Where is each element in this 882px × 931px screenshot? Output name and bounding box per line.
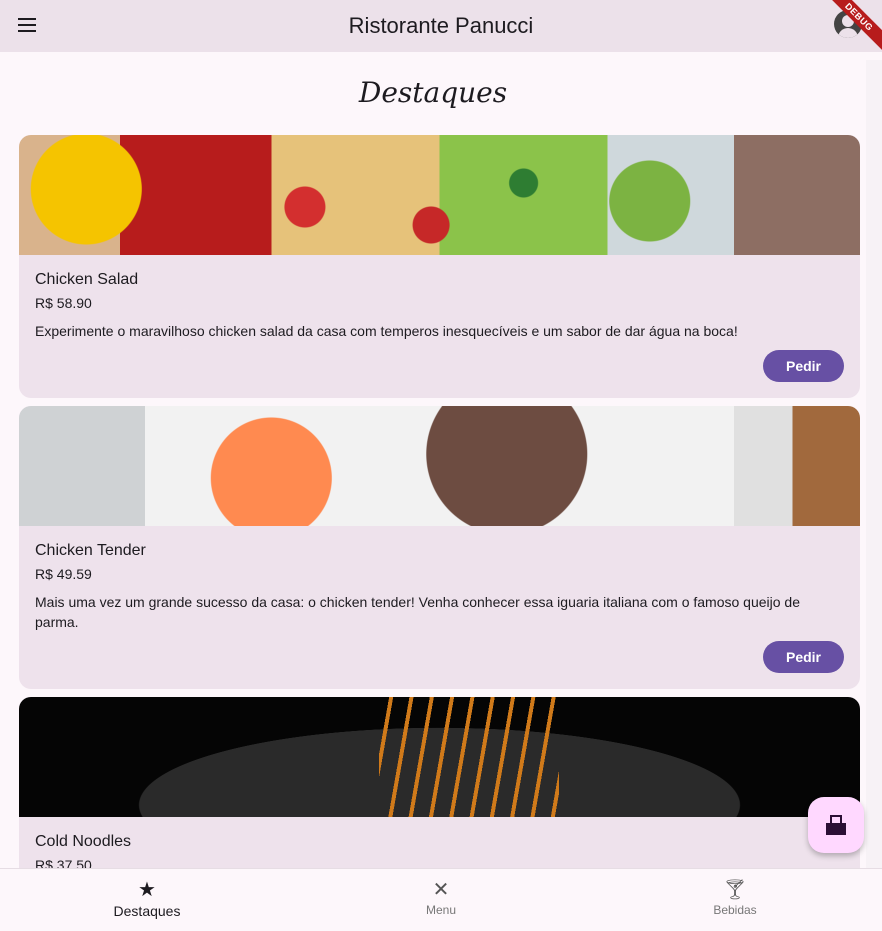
app-bar: Ristorante Panucci DEBUG: [0, 0, 882, 54]
order-button[interactable]: Pedir: [763, 641, 844, 673]
nav-item-bebidas[interactable]: 🍸︎ Bebidas: [588, 869, 882, 931]
bottom-navigation: ★ Destaques ✕ Menu 🍸︎ Bebidas: [0, 868, 882, 931]
hamburger-menu-icon[interactable]: [14, 12, 40, 38]
dish-description: Experimente o maravilhoso chicken salad …: [35, 323, 738, 339]
nav-label: Menu: [425, 903, 457, 917]
dish-image-cold-noodles: [19, 697, 860, 817]
section-title: Destaques: [358, 76, 508, 109]
restaurant-icon: ✕: [432, 879, 450, 901]
dish-name: Chicken Salad: [35, 271, 139, 288]
checkout-fab-button[interactable]: [808, 797, 864, 853]
dish-price: R$ 49.59: [35, 566, 92, 582]
dish-card: Chicken Tender R$ 49.59 Mais uma vez um …: [19, 406, 860, 689]
nav-item-menu[interactable]: ✕ Menu: [294, 869, 588, 931]
nav-label: Bebidas: [713, 903, 757, 917]
nav-item-destaques[interactable]: ★ Destaques: [0, 869, 294, 931]
dish-name: Chicken Tender: [35, 542, 146, 559]
dish-image-chicken-tender: [19, 406, 860, 526]
local-bar-icon: 🍸︎: [722, 879, 748, 901]
app-title: Ristorante Panucci: [348, 13, 534, 38]
dish-price: R$ 58.90: [35, 295, 92, 311]
dish-name: Cold Noodles: [35, 833, 132, 850]
scrollbar[interactable]: [866, 60, 882, 868]
nav-label: Destaques: [113, 903, 181, 919]
point-of-sale-icon: [826, 815, 846, 835]
star-icon: ★: [138, 879, 156, 901]
dish-card: Chicken Salad R$ 58.90 Experimente o mar…: [19, 135, 860, 398]
dish-card: Cold Noodles R$ 37.50: [19, 697, 860, 868]
content-scroll-area[interactable]: Destaques Chicken Salad R$ 58.90 Experim…: [0, 52, 866, 868]
order-button[interactable]: Pedir: [763, 350, 844, 382]
dish-price: R$ 37.50: [35, 857, 92, 868]
dish-image-chicken-salad: [19, 135, 860, 255]
dish-description: Mais uma vez um grande sucesso da casa: …: [35, 594, 800, 630]
